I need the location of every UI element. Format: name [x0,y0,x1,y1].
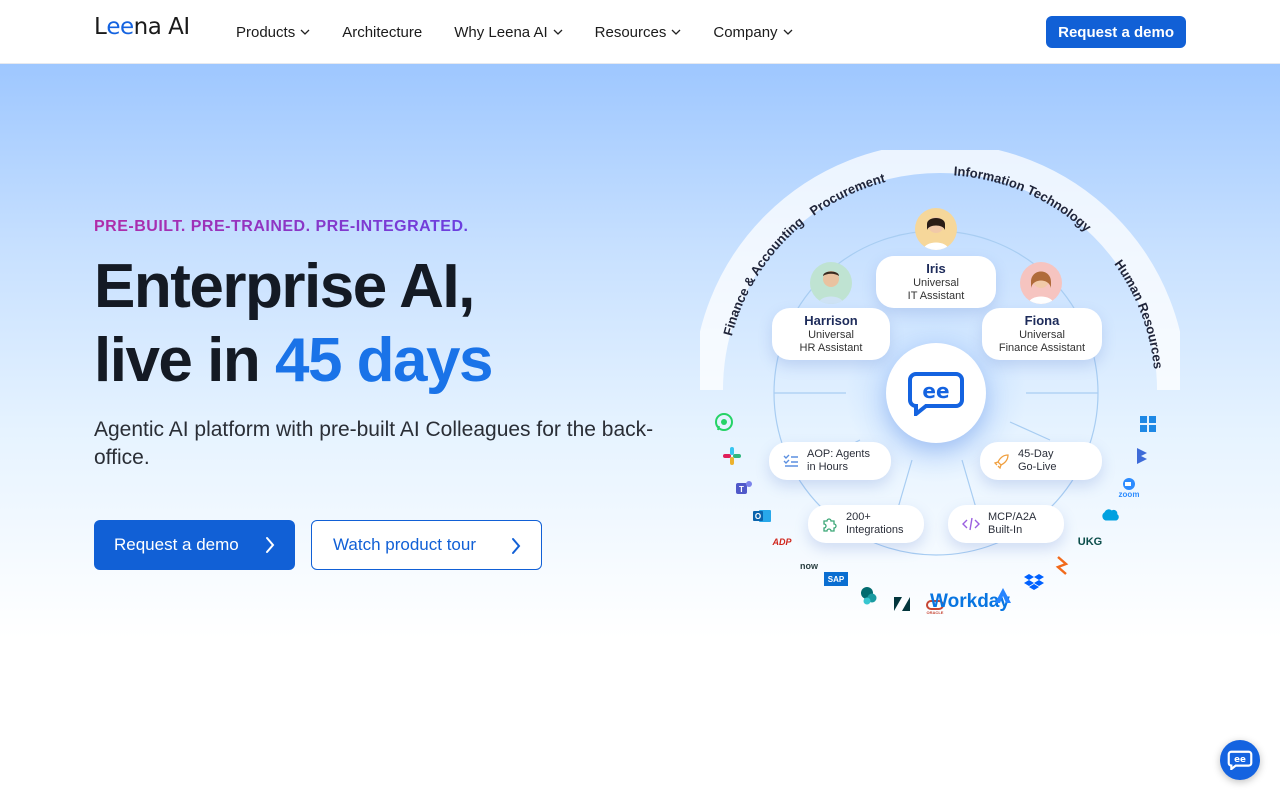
chevron-down-icon [671,29,681,35]
windows-icon [1138,414,1158,434]
workday-icon: Workday [930,591,1010,612]
feature-mcp-a2a[interactable]: MCP/A2A Built-In [948,505,1064,543]
chevron-down-icon [783,29,793,35]
puzzle-icon [823,518,837,532]
chevron-down-icon [553,29,563,35]
hero-eyebrow: PRE-BUILT. PRE-TRAINED. PRE-INTEGRATED. [94,218,469,235]
adp-icon: ADP [772,537,792,547]
hero-watch-tour-button[interactable]: Watch product tour [311,520,542,570]
svg-text:ee: ee [922,379,949,403]
feature-line1: 200+ [846,511,871,523]
svg-text:T: T [739,485,744,494]
assistant-name: Iris [926,261,946,276]
feature-line1: MCP/A2A [988,511,1037,523]
chevron-right-icon [266,537,275,553]
servicenow-icon: now [800,561,818,571]
svg-text:O: O [755,512,761,521]
avatar-iris [915,208,957,250]
slack-icon [722,446,742,466]
ukg-icon: UKG [1077,536,1103,548]
teams-icon: T [734,478,754,498]
menu-item-label: Resources [594,23,667,41]
zoom-label: zoom [1118,489,1140,499]
avatar-fiona [1020,262,1062,304]
assistant-name: Harrison [804,313,858,328]
outlook-icon: O [752,506,772,526]
bamboohr-icon [1052,556,1072,576]
hero-subtitle: Agentic AI platform with pre-built AI Co… [94,418,654,469]
top-navbar: L ee na AI Products Architecture Why Lee… [0,0,1280,64]
feature-line2: in Hours [807,461,848,473]
feature-aop[interactable]: AOP: Agents in Hours [769,442,891,480]
chevron-down-icon [300,29,310,35]
menu-item-label: Why Leena AI [454,23,548,41]
dynamics-icon [1132,446,1152,466]
sharepoint-icon [858,586,878,606]
assistant-card-harrison[interactable]: Harrison Universal HR Assistant [772,308,890,360]
svg-text:ee: ee [1234,755,1246,765]
menu-item-why-leena-ai[interactable]: Why Leena AI [454,23,563,41]
dropbox-icon [1024,572,1044,592]
feature-line2: Built-In [988,524,1023,536]
rocket-icon [994,454,1009,469]
checklist-icon [783,454,798,467]
menu-item-label: Architecture [342,23,423,41]
ai-colleagues-diagram: Finance & Accounting Procurement Informa… [700,150,1180,630]
button-label: Watch product tour [333,535,476,554]
code-icon [962,517,980,531]
assistant-line1: Universal [808,329,854,341]
feature-line2: Go-Live [1018,461,1057,473]
hero-title: Enterprise AI, live in 45 days [94,250,494,398]
assistant-line2: IT Assistant [907,290,965,302]
menu-item-label: Company [713,23,778,41]
leena-chat-icon: ee [908,372,964,416]
feature-line1: AOP: Agents [807,448,870,460]
chat-widget-button[interactable]: ee [1220,740,1260,780]
feature-line2: Integrations [846,524,904,536]
sap-icon: SAP [824,572,848,586]
logo-text-na-ai: na AI [133,14,191,40]
hero-title-line2: live in 45 days [94,324,494,398]
menu-item-architecture[interactable]: Architecture [342,24,422,41]
logo-text-ee: ee [106,14,134,40]
feature-45-day[interactable]: 45-Day Go-Live [980,442,1102,480]
assistant-line1: Universal [1019,329,1065,341]
main-menu: Products Architecture Why Leena AI Resou… [236,0,825,64]
hero-title-line1: Enterprise AI, [94,252,475,321]
assistant-line2: HR Assistant [799,342,863,354]
hero-title-prefix: live in [94,326,275,395]
hero-request-demo-button[interactable]: Request a demo [94,520,295,570]
button-label: Request a demo [114,535,239,554]
logo-text-l: L [94,14,107,40]
assistant-card-iris[interactable]: Iris Universal IT Assistant [876,256,996,308]
whatsapp-icon [714,412,734,432]
assistant-line1: Universal [913,277,959,289]
nav-request-demo-button[interactable]: Request a demo [1046,16,1186,48]
menu-item-products[interactable]: Products [236,24,310,41]
assistant-name: Fiona [1024,313,1060,328]
feature-integrations[interactable]: 200+ Integrations [808,505,924,543]
atlassian-icon [993,586,1013,606]
hero-title-accent: 45 days [274,326,494,395]
leena-chat-icon: ee [1227,750,1253,770]
salesforce-icon [1100,505,1120,525]
zendesk-icon [892,594,912,614]
avatar-harrison [810,262,852,304]
assistant-card-fiona[interactable]: Fiona Universal Finance Assistant [982,308,1102,360]
assistant-line2: Finance Assistant [998,342,1086,354]
menu-item-resources[interactable]: Resources [595,24,682,41]
zoom-icon: zoom [1116,476,1142,500]
chevron-right-icon [512,538,521,554]
center-leena-logo: ee [886,343,986,443]
leena-ai-logo[interactable]: L ee na AI [94,14,190,40]
feature-line1: 45-Day [1018,448,1054,460]
menu-item-company[interactable]: Company [713,23,793,41]
menu-item-label: Products [236,23,296,41]
